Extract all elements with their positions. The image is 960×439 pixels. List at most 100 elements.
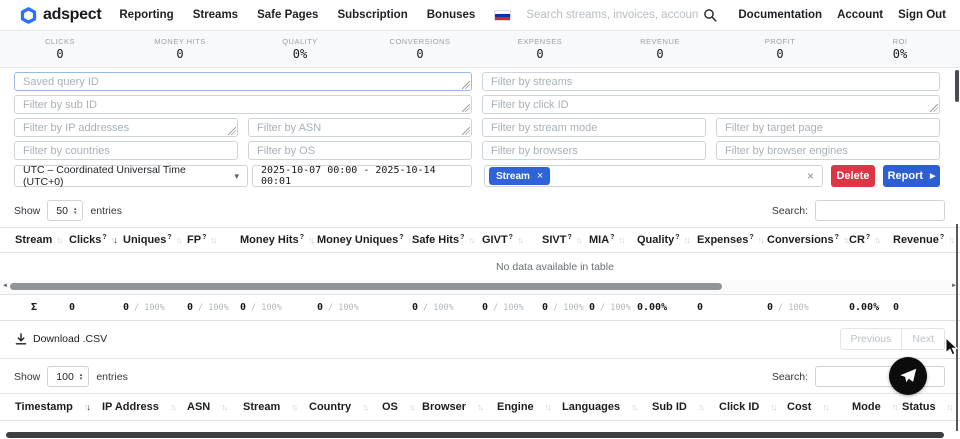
column-header-sub-id[interactable]: Sub ID↑↓ [652,401,719,413]
sort-icon[interactable]: ↑↓ [468,235,475,245]
date-range-input[interactable]: 2025-10-07 00:00 - 2025-10-14 00:01 [252,165,472,187]
click-id-input[interactable] [482,95,940,114]
column-header-quality[interactable]: Quality?↑↓ [637,234,697,246]
bottom-horizontal-scrollbar-thumb[interactable] [6,432,944,438]
next-button[interactable]: Next [901,328,945,350]
sort-icon[interactable]: ↑↓ [770,402,777,412]
stream-mode-input[interactable] [482,118,706,137]
sort-icon[interactable]: ↑↓ [947,402,954,412]
sort-icon[interactable]: ↑↓ [477,402,484,412]
column-header-stream[interactable]: Stream↑↓ [15,234,69,246]
sort-icon[interactable]: ↑↓ [517,235,524,245]
column-header-givt[interactable]: GIVT?↑↓ [482,234,542,246]
nav-item-subscription[interactable]: Subscription [337,9,407,21]
sort-icon[interactable]: ↑↓ [84,402,91,412]
nav-item-streams[interactable]: Streams [193,9,238,21]
sort-icon[interactable]: ↑↓ [362,402,369,412]
scroll-left-icon[interactable]: ◄ [2,283,8,289]
column-header-click-id[interactable]: Click ID↑↓ [719,401,787,413]
column-header-asn[interactable]: ASN↑↓ [187,401,243,413]
sort-icon[interactable]: ↑↓ [684,235,691,245]
sort-icon[interactable]: ↑↓ [56,235,63,245]
sort-icon[interactable]: ↑↓ [308,235,315,245]
sort-icon[interactable]: ↑↓ [210,235,217,245]
delete-button[interactable]: Delete [831,165,875,187]
saved-query-input[interactable] [14,72,472,91]
nav-item-bonuses[interactable]: Bonuses [427,9,476,21]
sort-icon[interactable]: ↑↓ [618,235,625,245]
column-header-status[interactable]: Status↑↓ [902,401,950,413]
scrollbar-thumb[interactable] [10,283,722,290]
sort-icon[interactable]: ↑↓ [291,402,298,412]
sort-icon[interactable]: ↑↓ [948,235,955,245]
column-header-engine[interactable]: Engine↑↓ [497,401,562,413]
countries-input[interactable] [14,141,238,160]
column-header-uniques[interactable]: Uniques?↑↓ [123,234,187,246]
sort-icon[interactable]: ↑↓ [758,235,765,245]
column-header-expenses[interactable]: Expenses?↑↓ [697,234,767,246]
nav-item-safe-pages[interactable]: Safe Pages [257,9,318,21]
column-header-browser[interactable]: Browser↑↓ [422,401,497,413]
column-header-conversions[interactable]: Conversions?↑↓ [767,234,849,246]
column-header-money-uniques[interactable]: Money Uniques?↑↓ [317,234,412,246]
logo[interactable]: adspect [20,6,101,24]
sort-icon[interactable]: ↑↓ [545,402,552,412]
column-header-timestamp[interactable]: Timestamp↑↓ [15,401,102,413]
column-header-mia[interactable]: MIA?↑↓ [589,234,637,246]
group-by-multiselect[interactable]: Stream × × [484,165,823,187]
column-header-safe-hits[interactable]: Safe Hits?↑↓ [412,234,482,246]
group-by-tag-stream[interactable]: Stream × [489,167,550,185]
nav-link-sign-out[interactable]: Sign Out [898,9,946,21]
vertical-scrollbar-thumb[interactable] [955,70,959,102]
browser-engines-input[interactable] [716,141,940,160]
browsers-input[interactable] [482,141,706,160]
sort-icon[interactable]: ↑↓ [576,235,583,245]
telegram-button[interactable] [889,357,927,395]
target-page-input[interactable] [716,118,940,137]
nav-item-reporting[interactable]: Reporting [119,9,173,21]
global-search-input[interactable] [524,8,701,22]
search-icon[interactable] [703,8,717,22]
table1-search-input[interactable] [815,200,945,221]
ip-input[interactable] [14,118,238,137]
sort-icon[interactable]: ↑↓ [874,235,881,245]
column-header-ip-address[interactable]: IP Address↑↓ [102,401,187,413]
tag-remove-icon[interactable]: × [537,170,543,182]
sort-icon[interactable]: ↑↓ [170,402,177,412]
column-header-cost[interactable]: Cost↑↓ [787,401,852,413]
clear-selection-icon[interactable]: × [805,169,816,183]
column-header-country[interactable]: Country↑↓ [309,401,382,413]
streams-filter-input[interactable] [482,72,940,91]
download-csv-link[interactable]: Download .CSV [15,333,107,345]
table2-page-size-select[interactable]: 100 ▴ ▾ [47,366,89,387]
sort-icon[interactable]: ↑↓ [111,235,118,245]
sort-icon[interactable]: ↑↓ [892,402,899,412]
column-header-cr[interactable]: CR?↑↓ [849,234,893,246]
timezone-select[interactable]: UTC – Coordinated Universal Time (UTC+0)… [14,165,248,187]
sort-icon[interactable]: ↑↓ [631,402,638,412]
sort-icon[interactable]: ↑↓ [698,402,705,412]
russian-flag-icon[interactable] [494,10,511,21]
sum-value: 0 [697,302,703,313]
table1-page-size-select[interactable]: 50 ▴ ▾ [47,200,83,221]
asn-input[interactable] [248,118,472,137]
report-button[interactable]: Report ▶ [883,165,940,187]
sub-id-input[interactable] [14,95,472,114]
column-header-sivt[interactable]: SIVT?↑↓ [542,234,589,246]
column-header-stream[interactable]: Stream↑↓ [243,401,309,413]
sort-icon[interactable]: ↑↓ [221,402,228,412]
column-header-fp[interactable]: FP?↑↓ [187,234,240,246]
column-header-clicks[interactable]: Clicks?↑↓ [69,234,123,246]
os-input[interactable] [248,141,472,160]
sort-icon[interactable]: ↑↓ [409,402,416,412]
nav-link-documentation[interactable]: Documentation [738,9,822,21]
sort-icon[interactable]: ↑↓ [176,235,183,245]
column-header-os[interactable]: OS↑↓ [382,401,422,413]
previous-button[interactable]: Previous [840,328,903,350]
column-header-money-hits[interactable]: Money Hits?↑↓ [240,234,317,246]
column-header-mode[interactable]: Mode↑↓ [852,401,902,413]
column-header-revenue[interactable]: Revenue?↑↓ [893,234,945,246]
column-header-languages[interactable]: Languages↑↓ [562,401,652,413]
sort-icon[interactable]: ↑↓ [822,402,829,412]
nav-link-account[interactable]: Account [837,9,883,21]
